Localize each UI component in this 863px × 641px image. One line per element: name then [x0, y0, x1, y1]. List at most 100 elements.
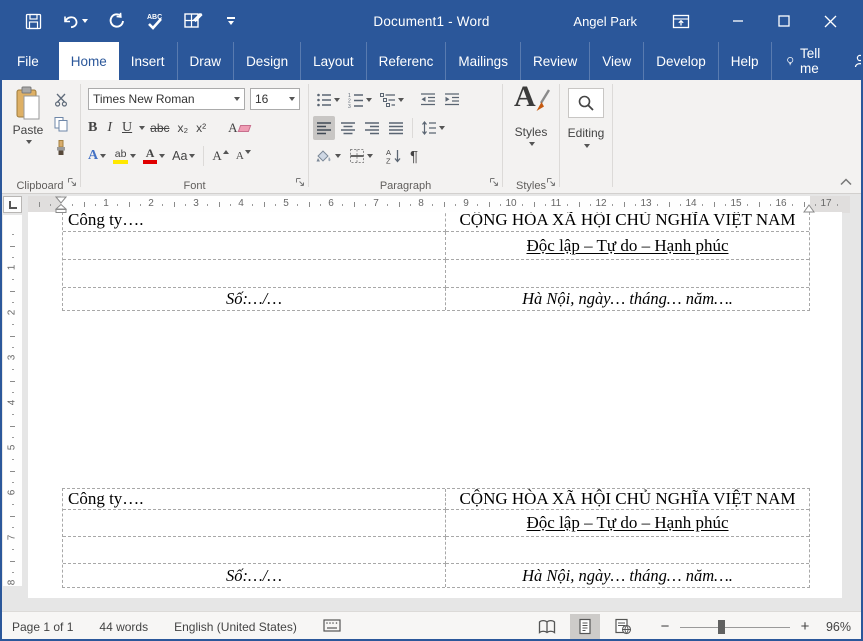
maximize-button[interactable] — [761, 0, 807, 42]
styles-dialog-launcher[interactable] — [546, 176, 556, 190]
underline-caret[interactable] — [139, 126, 145, 130]
underline-button[interactable]: U — [119, 116, 135, 140]
tab-file[interactable]: File — [0, 42, 56, 80]
search-icon — [577, 94, 595, 112]
font-size-combo[interactable]: 16 — [250, 88, 300, 110]
zoom-level[interactable]: 96% — [826, 620, 851, 634]
clear-formatting-button[interactable]: A — [225, 116, 252, 140]
decrease-indent-button[interactable] — [417, 88, 439, 112]
bullets-button[interactable] — [313, 88, 343, 112]
user-name[interactable]: Angel Park — [573, 14, 637, 29]
paragraph-dialog-launcher[interactable] — [489, 176, 499, 190]
font-dialog-launcher[interactable] — [295, 176, 305, 190]
read-mode-button[interactable] — [532, 614, 562, 640]
web-layout-button[interactable] — [608, 614, 638, 640]
print-layout-button[interactable] — [570, 614, 600, 640]
tab-view[interactable]: View — [590, 42, 644, 80]
shrink-font-button[interactable]: A — [233, 144, 254, 168]
table2-row2-left-cell[interactable] — [63, 510, 446, 537]
ruler-number: 4 — [7, 397, 18, 409]
align-right-button[interactable] — [361, 116, 383, 140]
table1-row4-left-cell[interactable]: Số:…/… — [63, 288, 446, 310]
table2-row4-left-cell[interactable]: Số:…/… — [63, 564, 446, 587]
table1-row3-right-cell[interactable] — [446, 260, 809, 288]
tab-home[interactable]: Home — [59, 42, 119, 80]
line-spacing-button[interactable] — [418, 116, 448, 140]
zoom-slider-thumb[interactable] — [718, 620, 725, 634]
tab-referenc[interactable]: Referenc — [367, 42, 447, 80]
tab-review[interactable]: Review — [521, 42, 590, 80]
page-indicator[interactable]: Page 1 of 1 — [12, 620, 73, 634]
shading-button[interactable] — [313, 144, 344, 168]
increase-indent-button[interactable] — [441, 88, 463, 112]
tell-me-button[interactable]: Tell me — [772, 42, 840, 80]
tab-help[interactable]: Help — [719, 42, 772, 80]
zoom-in-button[interactable]: + — [796, 618, 814, 635]
table1-row1-right-cell[interactable]: CỘNG HÒA XÃ HỘI CHỦ NGHĨA VIỆT NAM — [446, 212, 809, 232]
minimize-button[interactable] — [715, 0, 761, 42]
numbering-button[interactable]: 123 — [345, 88, 375, 112]
align-center-button[interactable] — [337, 116, 359, 140]
table1-row2-right-cell[interactable]: Độc lập – Tự do – Hạnh phúc — [446, 232, 809, 260]
text-effects-button[interactable]: A — [85, 144, 109, 168]
table2-row2-right-cell[interactable]: Độc lập – Tự do – Hạnh phúc — [446, 510, 809, 537]
table2-row1-right-cell[interactable]: CỘNG HÒA XÃ HỘI CHỦ NGHĨA VIỆT NAM — [446, 489, 809, 510]
close-button[interactable] — [807, 0, 853, 42]
table2-row4-right-cell[interactable]: Hà Nội, ngày… tháng… năm…. — [446, 564, 809, 587]
styles-button[interactable]: A Styles — [508, 86, 554, 146]
align-left-button[interactable] — [313, 116, 335, 140]
language-indicator[interactable]: English (United States) — [174, 620, 297, 634]
paste-dropdown-caret[interactable] — [26, 140, 32, 144]
keyboard-status-button[interactable] — [323, 618, 341, 636]
line-spacing-icon — [421, 120, 437, 136]
multilevel-list-button[interactable] — [377, 88, 407, 112]
tab-draw[interactable]: Draw — [178, 42, 235, 80]
right-indent-marker[interactable] — [803, 204, 815, 213]
ribbon-display-options-button[interactable] — [661, 0, 701, 42]
italic-button[interactable]: I — [102, 116, 117, 140]
superscript-button[interactable]: x² — [193, 116, 209, 140]
vertical-ruler[interactable]: 12345678 — [3, 215, 22, 586]
table2-row1-left-cell[interactable]: Công ty…. — [63, 489, 446, 510]
sort-button[interactable]: AZ — [382, 144, 405, 168]
strikethrough-button[interactable]: abc — [147, 116, 172, 140]
bold-button[interactable]: B — [85, 116, 100, 140]
table1-row1-left-cell[interactable]: Công ty…. — [63, 212, 446, 232]
collapse-ribbon-button[interactable] — [839, 175, 853, 189]
table2-row3-right-cell[interactable] — [446, 537, 809, 564]
tab-insert[interactable]: Insert — [119, 42, 178, 80]
word-count[interactable]: 44 words — [99, 620, 148, 634]
editing-button[interactable]: Editing — [565, 88, 607, 148]
highlight-button[interactable]: ab — [110, 144, 139, 168]
table2-row3-left-cell[interactable] — [63, 537, 446, 564]
table1-row4-right-cell[interactable]: Hà Nội, ngày… tháng… năm…. — [446, 288, 809, 310]
grow-font-button[interactable]: A — [209, 144, 231, 168]
font-name-combo[interactable]: Times New Roman — [88, 88, 245, 110]
tab-mailings[interactable]: Mailings — [446, 42, 521, 80]
ruler-number: 10 — [505, 198, 517, 209]
tab-layout[interactable]: Layout — [301, 42, 367, 80]
zoom-slider[interactable] — [680, 619, 790, 635]
tab-design[interactable]: Design — [234, 42, 301, 80]
document-page[interactable]: Công ty….CỘNG HÒA XÃ HỘI CHỦ NGHĨA VIỆT … — [28, 212, 842, 598]
justify-button[interactable] — [385, 116, 407, 140]
cut-button[interactable] — [50, 88, 72, 112]
copy-button[interactable] — [50, 112, 72, 136]
share-button[interactable]: Share — [840, 42, 863, 80]
show-hide-pilcrow-button[interactable]: ¶ — [407, 144, 421, 168]
paste-button[interactable]: Paste — [6, 86, 50, 144]
clipboard-dialog-launcher[interactable] — [67, 176, 77, 190]
table1-row2-left-cell[interactable] — [63, 232, 446, 260]
dialog-launcher-icon — [489, 177, 499, 187]
tab-selector[interactable] — [3, 196, 22, 213]
indent-markers[interactable] — [55, 196, 67, 213]
borders-button[interactable] — [346, 144, 376, 168]
tab-develop[interactable]: Develop — [644, 42, 719, 80]
format-painter-button[interactable] — [50, 136, 72, 160]
horizontal-ruler[interactable]: 1234567891011121314151617 — [28, 196, 850, 213]
change-case-button[interactable]: Aa — [169, 144, 198, 168]
subscript-button[interactable]: x₂ — [175, 116, 192, 140]
table1-row3-left-cell[interactable] — [63, 260, 446, 288]
font-color-button[interactable]: A — [140, 144, 168, 168]
zoom-out-button[interactable]: − — [656, 618, 674, 635]
